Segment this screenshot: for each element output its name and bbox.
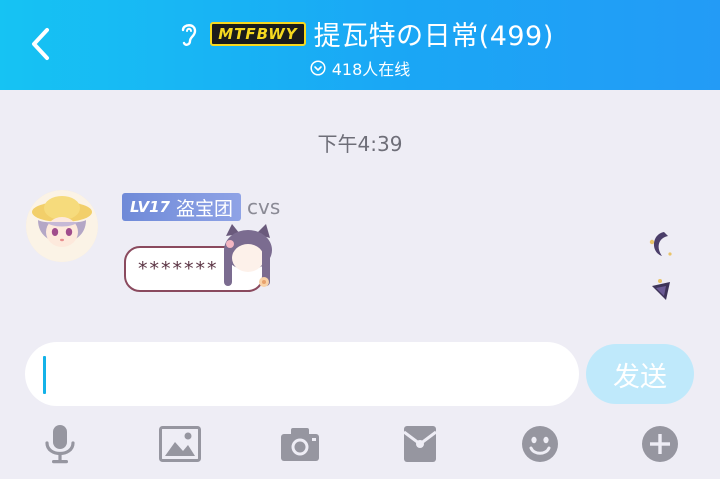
brand-badge: MTFBWY xyxy=(210,21,306,46)
camera-button[interactable] xyxy=(276,420,324,468)
chat-header: MTFBWY 提瓦特の日常(499) 418人在线 xyxy=(0,0,720,90)
online-count: 418人在线 xyxy=(331,60,411,79)
moon-decoration-icon xyxy=(649,232,672,256)
level-title: 盗宝团 xyxy=(175,197,233,220)
plus-icon xyxy=(642,426,678,462)
level-badge: LV17 盗宝团 xyxy=(122,193,241,221)
online-status: 418人在线 xyxy=(0,56,720,80)
emoji-icon xyxy=(522,426,558,462)
camera-icon xyxy=(281,428,319,461)
title-row[interactable]: MTFBWY 提瓦特の日常(499) xyxy=(0,14,720,53)
sender-nickname[interactable]: cvs xyxy=(247,195,280,219)
check-circle-icon xyxy=(310,60,326,76)
red-envelope-button[interactable] xyxy=(396,420,444,468)
level-number: LV17 xyxy=(130,198,170,216)
input-toolbar xyxy=(0,420,720,468)
voice-button[interactable] xyxy=(36,420,84,468)
sender-row: LV17 盗宝团 cvs xyxy=(122,193,280,221)
avatar-image xyxy=(26,190,98,262)
emoji-button[interactable] xyxy=(516,420,564,468)
send-button[interactable]: 发送 xyxy=(586,344,694,404)
microphone-icon xyxy=(45,425,75,464)
message-input[interactable] xyxy=(25,342,579,406)
red-envelope-icon xyxy=(403,426,437,462)
leaf-decoration-icon xyxy=(652,279,670,300)
message-timestamp: 下午4:39 xyxy=(317,132,403,156)
cat-girl-sticker-icon xyxy=(224,224,272,287)
avatar[interactable] xyxy=(26,190,98,262)
ear-icon xyxy=(176,19,202,49)
group-title: 提瓦特の日常(499) xyxy=(313,21,554,52)
message-bubble[interactable]: ******* xyxy=(116,222,278,300)
image-icon xyxy=(159,426,201,462)
more-button[interactable] xyxy=(636,420,684,468)
message-text: ******* xyxy=(138,258,219,280)
image-button[interactable] xyxy=(156,420,204,468)
text-caret xyxy=(43,356,46,394)
